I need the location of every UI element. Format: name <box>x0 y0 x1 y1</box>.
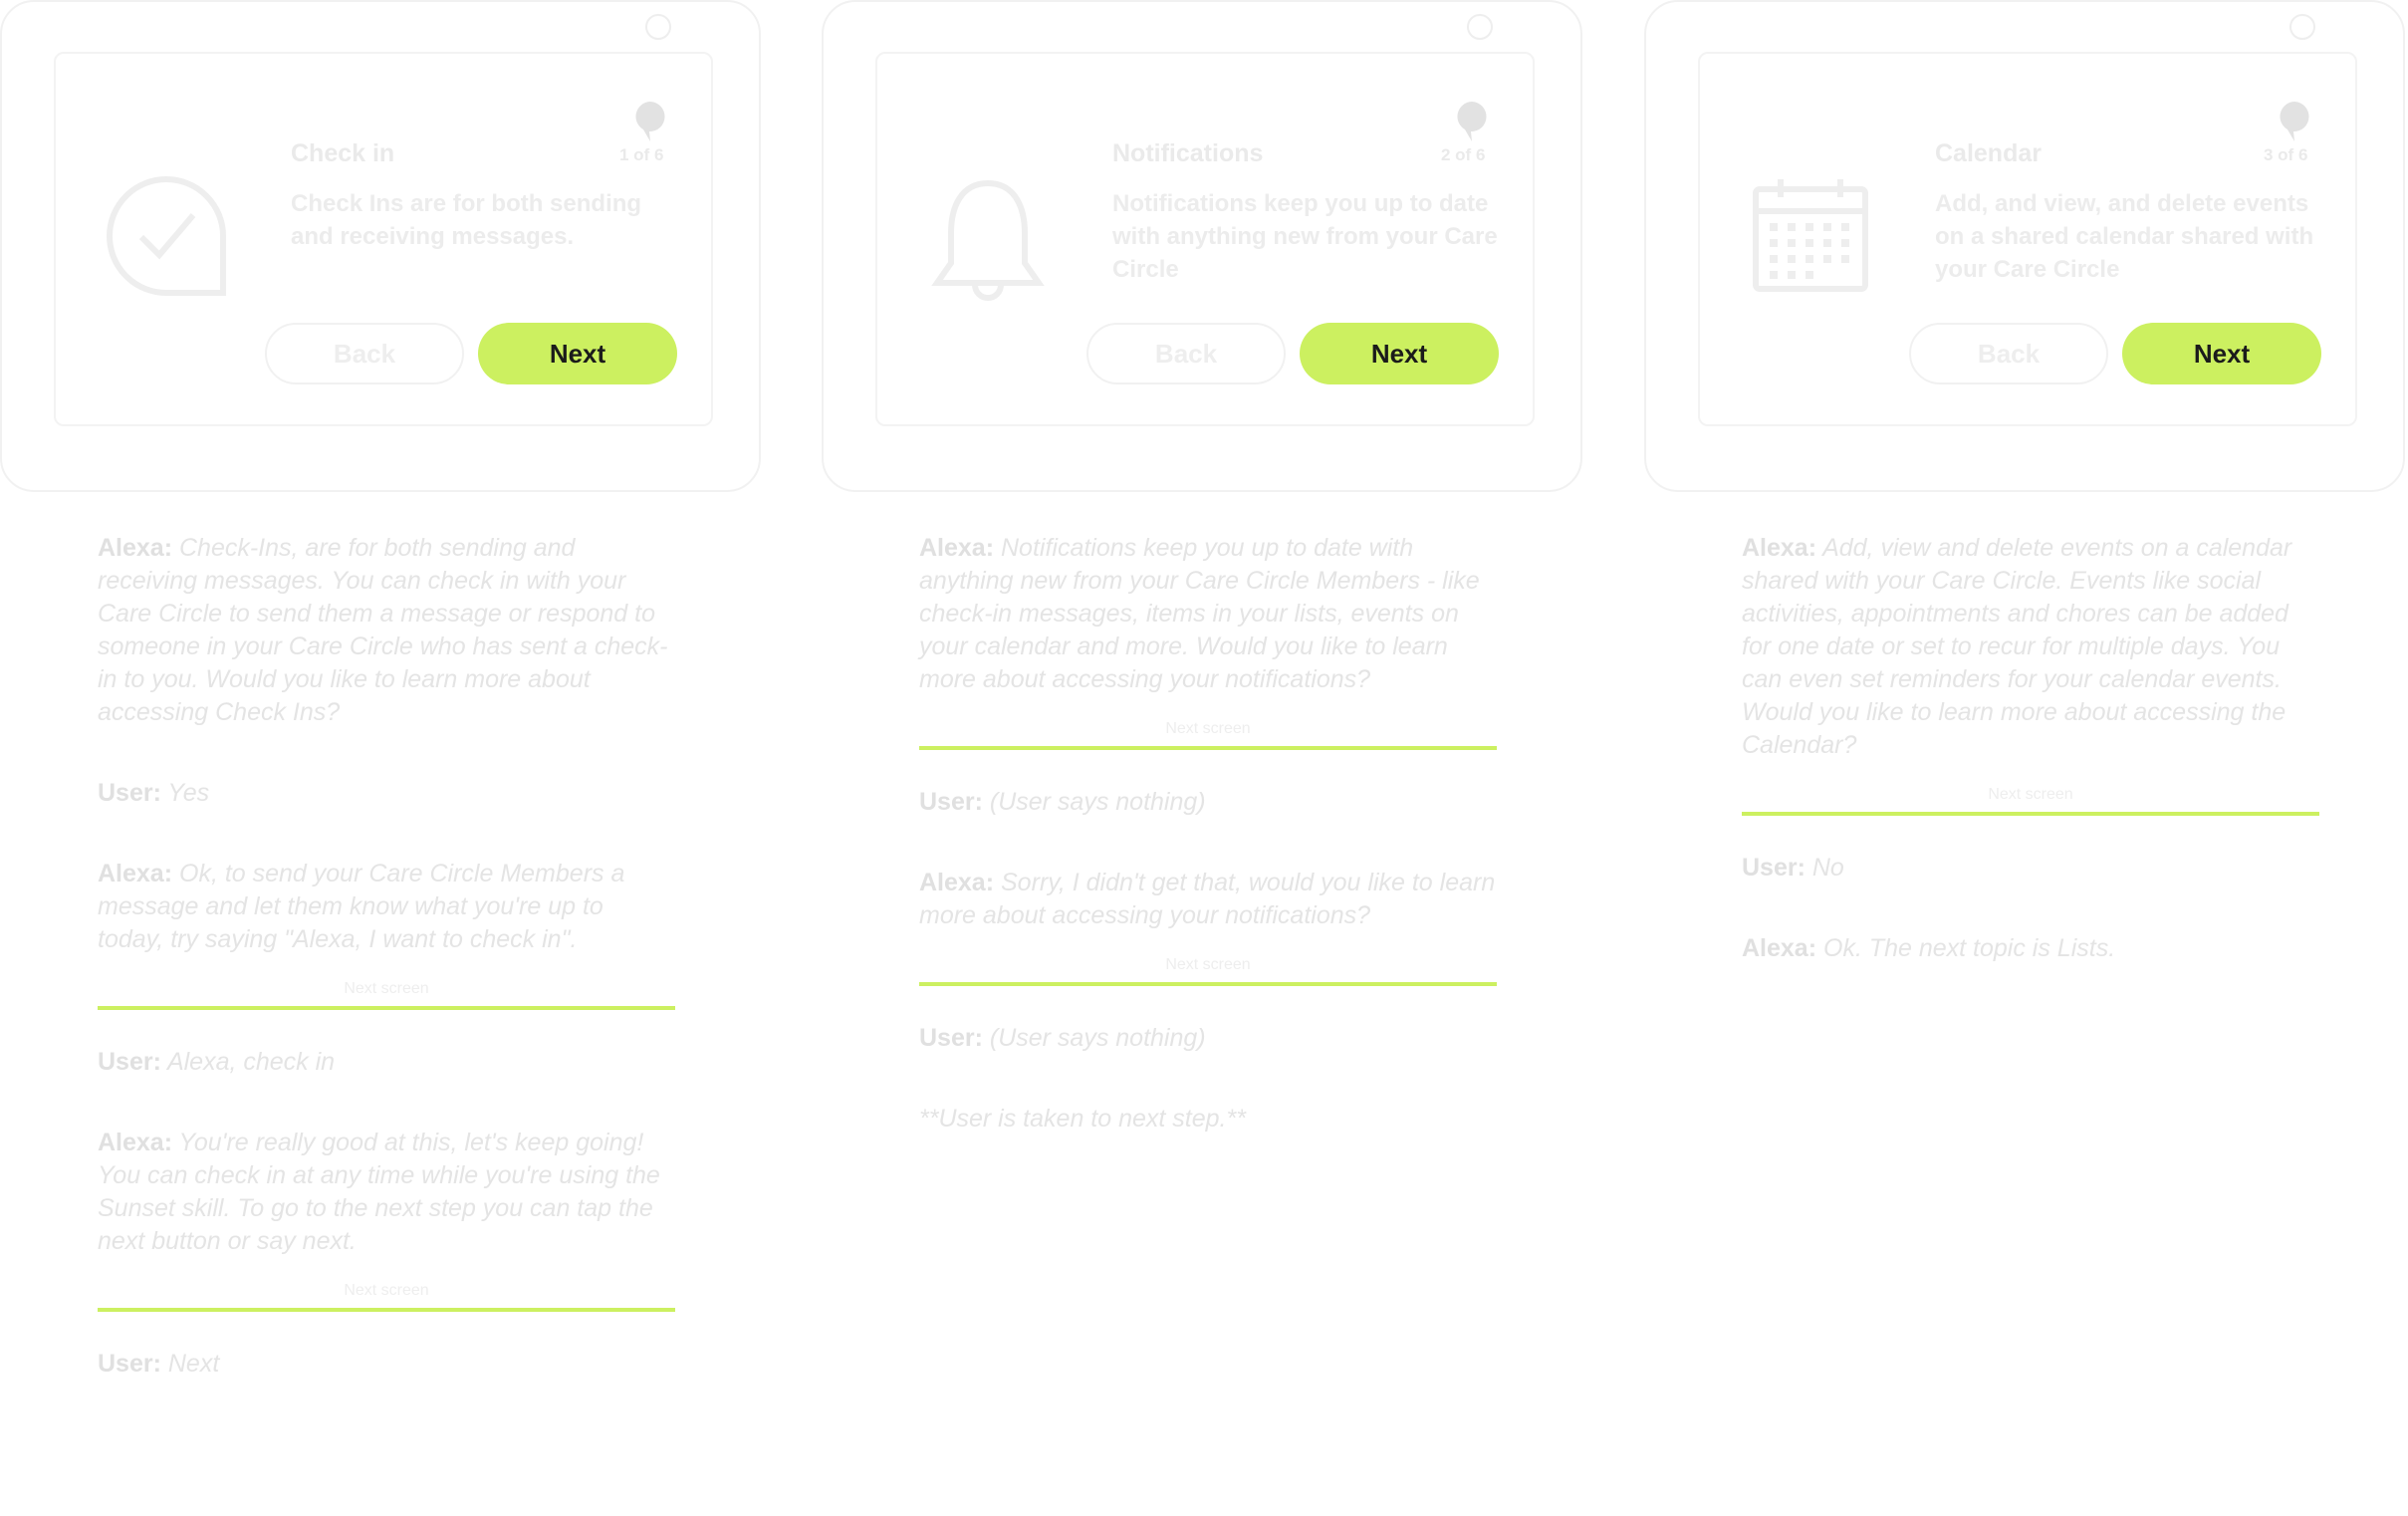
camera-icon <box>1467 14 1493 40</box>
dialogue-script: Alexa: Notifications keep you up to date… <box>919 532 1497 1136</box>
card-title: Calendar <box>1935 139 2042 167</box>
dialogue-line: Alexa: Sorry, I didn't get that, would y… <box>919 867 1497 932</box>
speaker-label: Alexa: <box>98 860 173 887</box>
dialogue-text: Next <box>160 1350 220 1378</box>
card-step: 1 of 6 <box>619 145 664 164</box>
next-screen-divider: Next screen <box>98 1268 675 1328</box>
back-button[interactable]: Back <box>1086 323 1286 384</box>
calendar-icon <box>1753 179 1868 292</box>
speaker-label: Alexa: <box>98 534 173 562</box>
device-screen: Check in 1 of 6 Check Ins are for both s… <box>54 52 713 426</box>
dialogue-line: User: Alexa, check in <box>98 1046 675 1079</box>
speaker-label: Alexa: <box>98 1129 173 1156</box>
dialogue-text: Ok. The next topic is Lists. <box>1816 934 2116 962</box>
dialogue-text: (User says nothing) <box>982 788 1206 816</box>
divider-line <box>98 1006 675 1010</box>
dialogue-line: Alexa: Ok. The next topic is Lists. <box>1742 932 2319 965</box>
divider-line <box>919 982 1497 986</box>
card-description: Check Ins are for both sending and recei… <box>291 190 642 250</box>
dialogue-text: Check-Ins, are for both sending and rece… <box>98 534 668 726</box>
speaker-label: User: <box>98 1048 161 1076</box>
card-step: 2 of 6 <box>1441 145 1486 164</box>
speaker-label: Alexa: <box>919 869 995 896</box>
speaker-label: Alexa: <box>1742 534 1817 562</box>
pin-icon <box>635 102 665 141</box>
card-title: Notifications <box>1112 139 1264 167</box>
camera-icon <box>2289 14 2315 40</box>
dialogue-line: User: Next <box>98 1348 675 1381</box>
speaker-label: User: <box>98 779 161 807</box>
dialogue-line: Alexa: Check-Ins, are for both sending a… <box>98 532 675 729</box>
device-frame: Calendar 3 of 6 Add, and view, and delet… <box>1644 0 2405 492</box>
dialogue-line: User: (User says nothing) <box>919 786 1497 819</box>
checkmark-bubble-icon <box>107 175 226 296</box>
device-frame: Notifications 2 of 6 Notifications keep … <box>822 0 1582 492</box>
speaker-label: User: <box>919 1024 983 1052</box>
card-title: Check in <box>291 139 395 167</box>
divider-line <box>919 746 1497 750</box>
next-screen-divider: Next screen <box>919 706 1497 766</box>
dialogue-text: Yes <box>160 779 210 807</box>
card-description: Notifications keep you up to date with a… <box>1112 190 1498 283</box>
dialogue-line: User: (User says nothing) <box>919 1022 1497 1055</box>
dialogue-line: Alexa: You're really good at this, let's… <box>98 1127 675 1258</box>
divider-line <box>1742 812 2319 816</box>
dialogue-text: Sorry, I didn't get that, would you like… <box>919 869 1496 929</box>
device-frame: Check in 1 of 6 Check Ins are for both s… <box>0 0 761 492</box>
divider-label: Next screen <box>1988 786 2073 803</box>
card-step: 3 of 6 <box>2264 145 2308 164</box>
divider-line <box>98 1308 675 1312</box>
dialogue-text: **User is taken to next step.** <box>919 1105 1246 1133</box>
pin-icon <box>1457 102 1487 141</box>
onboarding-column-checkin: Check in 1 of 6 Check Ins are for both s… <box>0 0 767 1516</box>
next-button[interactable]: Next <box>2122 323 2321 384</box>
dialogue-text: Ok, to send your Care Circle Members a m… <box>98 860 625 953</box>
next-screen-divider: Next screen <box>98 966 675 1026</box>
dialogue-line: **User is taken to next step.** <box>919 1103 1497 1136</box>
next-button[interactable]: Next <box>1300 323 1499 384</box>
dialogue-line: Alexa: Notifications keep you up to date… <box>919 532 1497 696</box>
dialogue-text: Add, view and delete events on a calenda… <box>1742 534 2292 759</box>
divider-label: Next screen <box>1165 956 1251 973</box>
speaker-label: User: <box>919 788 983 816</box>
dialogue-line: User: No <box>1742 852 2319 884</box>
onboarding-column-calendar: Calendar 3 of 6 Add, and view, and delet… <box>1644 0 2408 1516</box>
speaker-label: User: <box>98 1350 161 1378</box>
speaker-label: Alexa: <box>1742 934 1817 962</box>
device-screen: Notifications 2 of 6 Notifications keep … <box>875 52 1535 426</box>
onboarding-column-notifications: Notifications 2 of 6 Notifications keep … <box>822 0 1588 1516</box>
divider-label: Next screen <box>344 1282 429 1299</box>
dialogue-line: Alexa: Add, view and delete events on a … <box>1742 532 2319 762</box>
pin-icon <box>2280 102 2309 141</box>
dialogue-script: Alexa: Add, view and delete events on a … <box>1742 532 2319 965</box>
back-button[interactable]: Back <box>1909 323 2108 384</box>
dialogue-text: You're really good at this, let's keep g… <box>98 1129 660 1255</box>
dialogue-line: Alexa: Ok, to send your Care Circle Memb… <box>98 858 675 956</box>
dialogue-script: Alexa: Check-Ins, are for both sending a… <box>98 532 675 1381</box>
next-button[interactable]: Next <box>478 323 677 384</box>
divider-label: Next screen <box>1165 720 1251 737</box>
camera-icon <box>645 14 671 40</box>
back-button[interactable]: Back <box>265 323 464 384</box>
dialogue-text: Alexa, check in <box>160 1048 336 1076</box>
dialogue-text: Notifications keep you up to date with a… <box>919 534 1480 693</box>
dialogue-text: No <box>1805 854 1844 882</box>
next-screen-divider: Next screen <box>919 942 1497 1002</box>
speaker-label: Alexa: <box>919 534 995 562</box>
speaker-label: User: <box>1742 854 1806 882</box>
card-description: Add, and view, and delete events on a sh… <box>1935 190 2314 283</box>
divider-label: Next screen <box>344 980 429 997</box>
dialogue-line: User: Yes <box>98 777 675 810</box>
dialogue-text: (User says nothing) <box>982 1024 1206 1052</box>
bell-icon <box>931 179 1045 301</box>
next-screen-divider: Next screen <box>1742 772 2319 832</box>
device-screen: Calendar 3 of 6 Add, and view, and delet… <box>1698 52 2357 426</box>
